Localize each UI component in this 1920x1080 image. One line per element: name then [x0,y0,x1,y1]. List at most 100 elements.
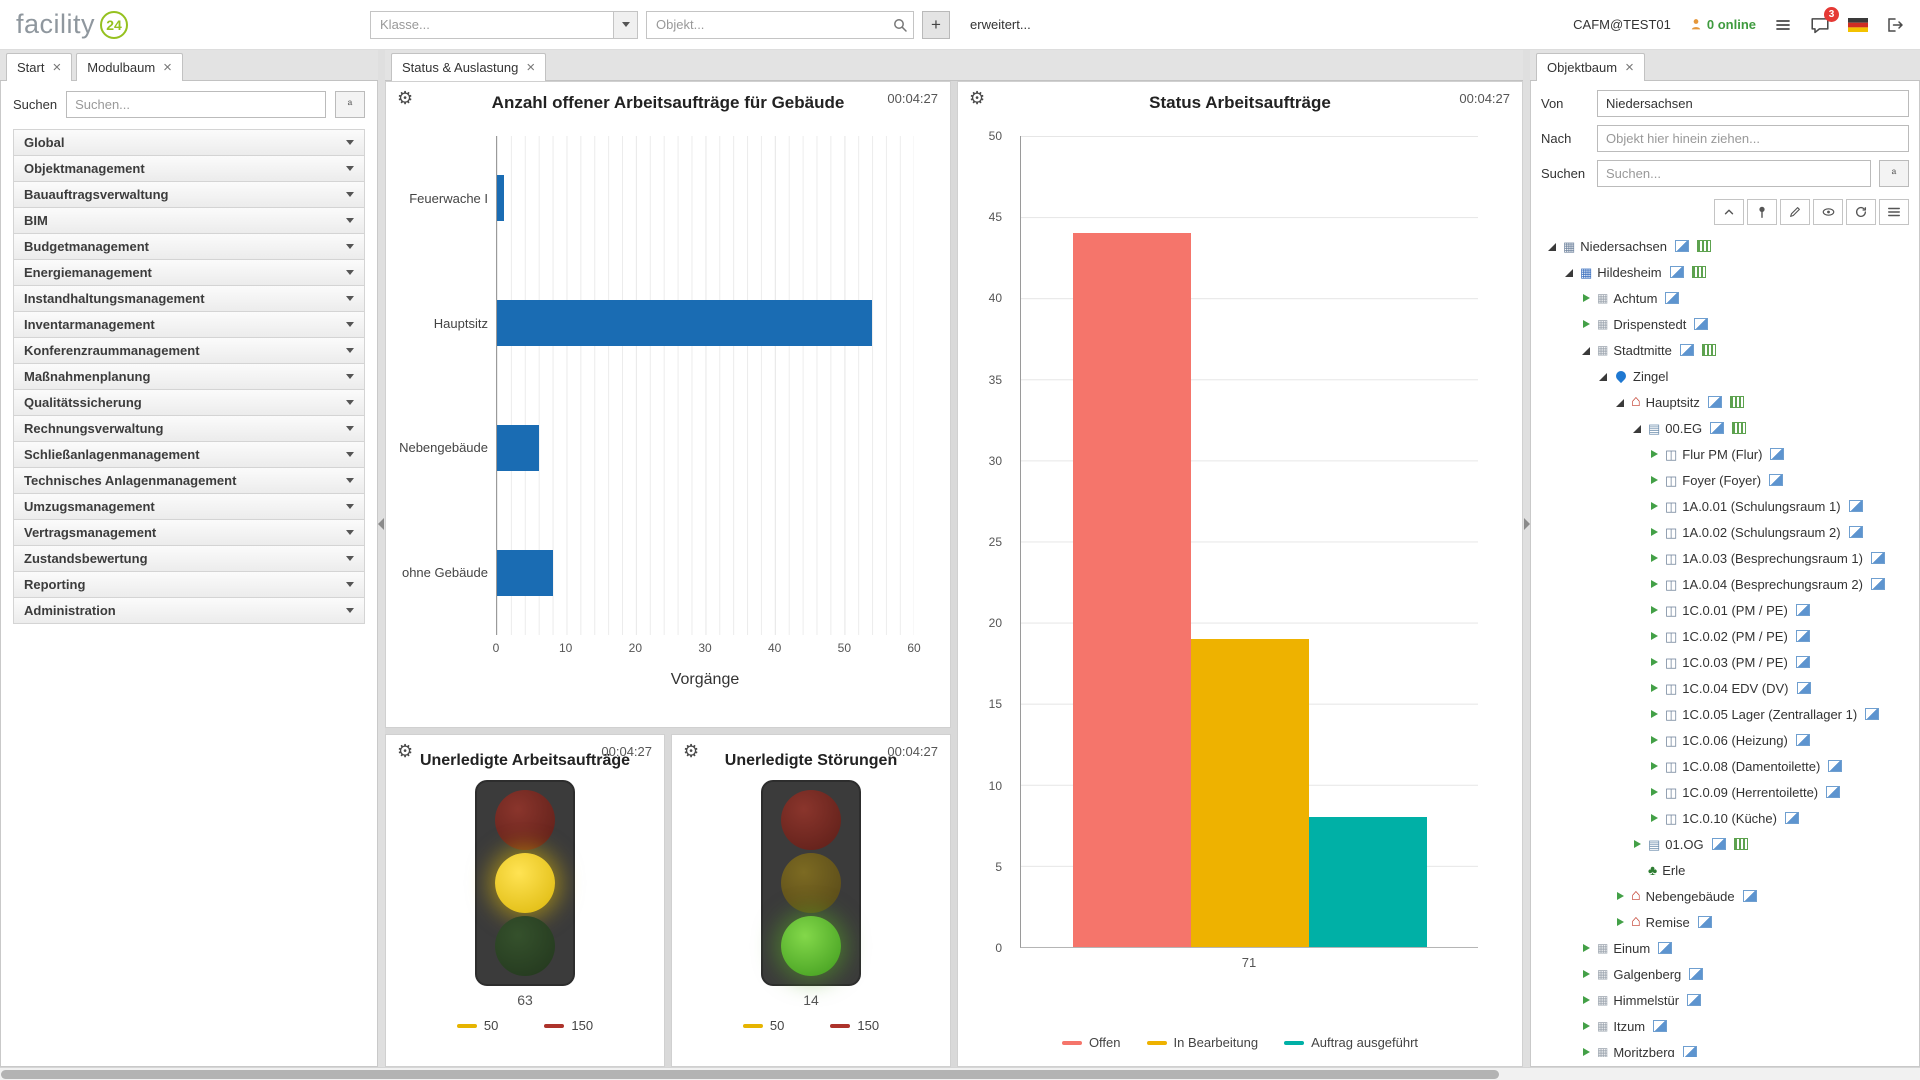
module-item[interactable]: Budgetmanagement [13,233,365,260]
tree-node[interactable]: ◫1C.0.01 (PM / PE) [1541,597,1909,623]
tree-node[interactable]: ◫1C.0.03 (PM / PE) [1541,649,1909,675]
tree-node[interactable]: ▦Galgenberg [1541,961,1909,987]
chart-badge-icon[interactable] [1697,240,1711,252]
module-item[interactable]: Zustandsbewertung [13,545,365,572]
chart-badge-icon[interactable] [1702,344,1716,356]
image-badge-icon[interactable] [1796,604,1810,616]
module-item[interactable]: Energiemanagement [13,259,365,286]
expand-arrow-icon[interactable] [1581,293,1592,304]
tree-node[interactable]: ◫1A.0.04 (Besprechungsraum 2) [1541,571,1909,597]
image-badge-icon[interactable] [1687,994,1701,1006]
tree-node[interactable]: ◫1A.0.01 (Schulungsraum 1) [1541,493,1909,519]
settings-gear-icon[interactable]: ⚙ [397,89,413,107]
settings-gear-icon[interactable]: ⚙ [683,742,699,760]
klasse-select[interactable]: Klasse... [370,11,638,39]
image-badge-icon[interactable] [1698,916,1712,928]
expand-arrow-icon[interactable] [1649,631,1660,642]
expand-arrow-icon[interactable] [1649,579,1660,590]
tree-node[interactable]: ◫1C.0.08 (Damentoilette) [1541,753,1909,779]
expand-arrow-icon[interactable] [1615,891,1626,902]
module-item[interactable]: Objektmanagement [13,155,365,182]
expand-arrow-icon[interactable] [1649,501,1660,512]
module-item[interactable]: Vertragsmanagement [13,519,365,546]
expand-arrow-icon[interactable] [1649,605,1660,616]
expand-arrow-icon[interactable] [1581,1047,1592,1058]
add-search-button[interactable]: + [922,11,950,39]
pin-button[interactable] [1747,199,1777,225]
search-icon[interactable] [887,17,913,33]
tree-node[interactable]: ▦Hildesheim [1541,259,1909,285]
module-item[interactable]: Maßnahmenplanung [13,363,365,390]
expand-arrow-icon[interactable] [1649,683,1660,694]
erweitert-link[interactable]: erweitert... [970,17,1031,32]
expand-arrow-icon[interactable] [1649,709,1660,720]
image-badge-icon[interactable] [1796,630,1810,642]
tree-node[interactable]: ▦Niedersachsen [1541,233,1909,259]
tab-status-auslastung[interactable]: Status & Auslastung [391,53,546,81]
expand-arrow-icon[interactable] [1649,787,1660,798]
image-badge-icon[interactable] [1797,682,1811,694]
expand-arrow-icon[interactable] [1649,553,1660,564]
expand-arrow-icon[interactable] [1615,917,1626,928]
image-badge-icon[interactable] [1849,500,1863,512]
chart-badge-icon[interactable] [1730,396,1744,408]
expand-arrow-icon[interactable] [1632,839,1643,850]
tree-node[interactable]: ⌂Nebengebäude [1541,883,1909,909]
tree-node[interactable]: ◫1C.0.06 (Heizung) [1541,727,1909,753]
search-options-button[interactable]: ª [1879,160,1909,187]
collapse-arrow-icon[interactable] [1615,397,1626,408]
image-badge-icon[interactable] [1665,292,1679,304]
tree-menu-button[interactable] [1879,199,1909,225]
module-item[interactable]: Qualitätssicherung [13,389,365,416]
expand-arrow-icon[interactable] [1581,943,1592,954]
collapse-left-panel-handle[interactable] [378,518,384,530]
module-item[interactable]: Rechnungsverwaltung [13,415,365,442]
image-badge-icon[interactable] [1658,942,1672,954]
module-item[interactable]: Global [13,129,365,156]
module-item[interactable]: Administration [13,597,365,624]
image-badge-icon[interactable] [1675,240,1689,252]
image-badge-icon[interactable] [1828,760,1842,772]
image-badge-icon[interactable] [1796,656,1810,668]
tree-search-input[interactable] [1597,160,1871,187]
expand-arrow-icon[interactable] [1581,969,1592,980]
collapse-all-button[interactable] [1714,199,1744,225]
collapse-right-panel-handle[interactable] [1524,518,1530,530]
module-item[interactable]: Umzugsmanagement [13,493,365,520]
expand-arrow-icon[interactable] [1649,475,1660,486]
module-item[interactable]: Konferenzraummanagement [13,337,365,364]
tree-node[interactable]: ▦Himmelstür [1541,987,1909,1013]
nach-input[interactable] [1597,125,1909,152]
expand-arrow-icon[interactable] [1581,319,1592,330]
image-badge-icon[interactable] [1710,422,1724,434]
image-badge-icon[interactable] [1865,708,1879,720]
tree-node[interactable]: ◫1C.0.05 Lager (Zentrallager 1) [1541,701,1909,727]
collapse-arrow-icon[interactable] [1632,423,1643,434]
tree-node[interactable]: ◫1C.0.04 EDV (DV) [1541,675,1909,701]
module-item[interactable]: Reporting [13,571,365,598]
objekt-search-input[interactable] [647,17,887,32]
expand-arrow-icon[interactable] [1649,813,1660,824]
tree-node[interactable]: ⌂Hauptsitz [1541,389,1909,415]
von-input[interactable] [1597,90,1909,117]
image-badge-icon[interactable] [1849,526,1863,538]
view-button[interactable] [1813,199,1843,225]
expand-arrow-icon[interactable] [1581,1021,1592,1032]
expand-arrow-icon[interactable] [1649,735,1660,746]
image-badge-icon[interactable] [1670,266,1684,278]
close-icon[interactable] [52,60,61,75]
module-item[interactable]: Bauauftragsverwaltung [13,181,365,208]
close-icon[interactable] [163,60,172,75]
expand-arrow-icon[interactable] [1649,761,1660,772]
image-badge-icon[interactable] [1708,396,1722,408]
expand-arrow-icon[interactable] [1581,995,1592,1006]
chat-icon[interactable]: 3 [1810,16,1830,34]
close-icon[interactable] [1625,60,1634,75]
settings-gear-icon[interactable]: ⚙ [969,89,985,107]
tree-node[interactable]: Zingel [1541,363,1909,389]
tree-node[interactable]: ◫1C.0.09 (Herrentoilette) [1541,779,1909,805]
refresh-button[interactable] [1846,199,1876,225]
logout-icon[interactable] [1886,17,1904,33]
scrollbar-thumb[interactable] [1,1070,1499,1079]
tree-node[interactable]: ⌂Remise [1541,909,1909,935]
